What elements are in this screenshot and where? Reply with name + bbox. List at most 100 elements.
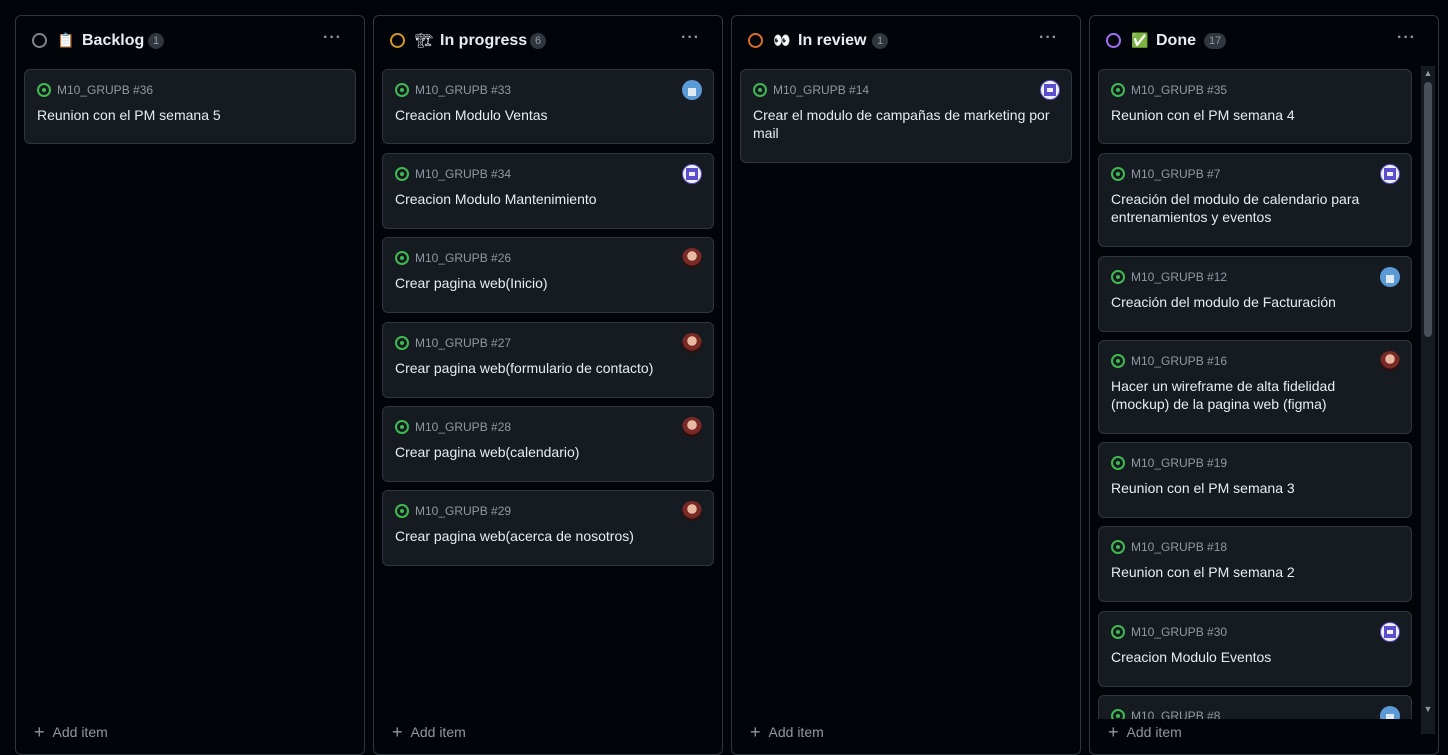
issue-reference[interactable]: M10_GRUPB #8 <box>1131 708 1220 719</box>
issue-card[interactable]: M10_GRUPB #33 Creacion Modulo Ventas <box>382 69 714 144</box>
issue-open-icon <box>395 336 409 350</box>
issue-card[interactable]: M10_GRUPB #19 Reunion con el PM semana 3 <box>1098 442 1412 518</box>
issue-title[interactable]: Hacer un wireframe de alta fidelidad (mo… <box>1111 377 1397 413</box>
issue-card[interactable]: M10_GRUPB #16 Hacer un wireframe de alta… <box>1098 340 1412 434</box>
column-scrollbar[interactable]: ▲ ▼ <box>1421 66 1435 734</box>
column-menu-button[interactable]: ··· <box>1039 28 1058 48</box>
issue-open-icon <box>395 504 409 518</box>
issue-card[interactable]: M10_GRUPB #26 Crear pagina web(Inicio) <box>382 237 714 313</box>
add-item-button[interactable]: + Add item <box>34 722 108 742</box>
column-header: 👀 In review 1 ··· <box>732 16 1080 66</box>
issue-card[interactable]: M10_GRUPB #36 Reunion con el PM semana 5 <box>24 69 356 144</box>
issue-card[interactable]: M10_GRUPB #12 Creación del modulo de Fac… <box>1098 256 1412 332</box>
column-menu-button[interactable]: ··· <box>323 28 342 48</box>
issue-reference[interactable]: M10_GRUPB #28 <box>415 419 511 435</box>
column-menu-button[interactable]: ··· <box>681 28 700 48</box>
assignee-avatar[interactable] <box>682 164 702 184</box>
issue-reference[interactable]: M10_GRUPB #27 <box>415 335 511 351</box>
issue-title[interactable]: Reunion con el PM semana 4 <box>1111 106 1397 124</box>
issue-title[interactable]: Creacion Modulo Ventas <box>395 106 699 124</box>
assignee-avatar[interactable] <box>1040 80 1060 100</box>
scroll-down-arrow-icon[interactable]: ▼ <box>1421 702 1435 716</box>
assignee-avatar[interactable] <box>1380 267 1400 287</box>
issue-title[interactable]: Reunion con el PM semana 5 <box>37 106 341 124</box>
issue-open-icon <box>1111 354 1125 368</box>
issue-reference[interactable]: M10_GRUPB #18 <box>1131 539 1227 555</box>
issue-open-icon <box>395 83 409 97</box>
issue-reference[interactable]: M10_GRUPB #16 <box>1131 353 1227 369</box>
plus-icon: + <box>1108 722 1119 742</box>
assignee-avatar[interactable] <box>682 501 702 521</box>
column-header: 🏗 In progress 6 ··· <box>374 16 722 66</box>
clipboard-icon: 📋 <box>57 32 75 48</box>
column-in-review: 👀 In review 1 ··· M10_GRUPB #14 Crear el… <box>731 15 1081 755</box>
scroll-up-arrow-icon[interactable]: ▲ <box>1421 66 1435 80</box>
assignee-avatar[interactable] <box>682 417 702 437</box>
issue-title[interactable]: Reunion con el PM semana 2 <box>1111 563 1397 581</box>
issue-card[interactable]: M10_GRUPB #28 Crear pagina web(calendari… <box>382 406 714 482</box>
issue-title[interactable]: Crear el modulo de campañas de marketing… <box>753 106 1057 142</box>
add-item-button[interactable]: + Add item <box>1108 722 1182 742</box>
issue-title[interactable]: Crear pagina web(formulario de contacto) <box>395 359 699 377</box>
issue-card[interactable]: M10_GRUPB #30 Creacion Modulo Eventos <box>1098 611 1412 687</box>
eyes-icon: 👀 <box>773 32 791 48</box>
issue-title[interactable]: Reunion con el PM semana 3 <box>1111 479 1397 497</box>
issue-title[interactable]: Crear pagina web(Inicio) <box>395 274 699 292</box>
issue-card[interactable]: M10_GRUPB #34 Creacion Modulo Mantenimie… <box>382 153 714 229</box>
card-list: M10_GRUPB #33 Creacion Modulo Ventas M10… <box>374 68 722 754</box>
issue-reference[interactable]: M10_GRUPB #29 <box>415 503 511 519</box>
issue-card[interactable]: M10_GRUPB #14 Crear el modulo de campaña… <box>740 69 1072 163</box>
issue-reference[interactable]: M10_GRUPB #14 <box>773 82 869 98</box>
issue-title[interactable]: Crear pagina web(calendario) <box>395 443 699 461</box>
assignee-avatar[interactable] <box>682 333 702 353</box>
add-item-button[interactable]: + Add item <box>392 722 466 742</box>
card-list: M10_GRUPB #14 Crear el modulo de campaña… <box>732 68 1080 754</box>
card-list: M10_GRUPB #36 Reunion con el PM semana 5 <box>16 68 364 754</box>
issue-reference[interactable]: M10_GRUPB #30 <box>1131 624 1227 640</box>
assignee-avatar[interactable] <box>682 248 702 268</box>
issue-card[interactable]: M10_GRUPB #27 Crear pagina web(formulari… <box>382 322 714 398</box>
status-circle-icon <box>390 33 405 48</box>
issue-card[interactable]: M10_GRUPB #8 <box>1098 695 1412 719</box>
item-count-badge: 1 <box>148 33 165 49</box>
issue-reference[interactable]: M10_GRUPB #26 <box>415 250 511 266</box>
issue-open-icon <box>1111 625 1125 639</box>
assignee-avatar[interactable] <box>1380 622 1400 642</box>
issue-open-icon <box>1111 540 1125 554</box>
column-menu-button[interactable]: ··· <box>1397 28 1416 48</box>
issue-reference[interactable]: M10_GRUPB #33 <box>415 82 511 98</box>
plus-icon: + <box>34 722 45 742</box>
issue-reference[interactable]: M10_GRUPB #7 <box>1131 166 1220 182</box>
issue-title[interactable]: Creacion Modulo Eventos <box>1111 648 1397 666</box>
issue-open-icon <box>1111 270 1125 284</box>
issue-card[interactable]: M10_GRUPB #18 Reunion con el PM semana 2 <box>1098 526 1412 602</box>
issue-title[interactable]: Creacion Modulo Mantenimiento <box>395 190 699 208</box>
assignee-avatar[interactable] <box>682 80 702 100</box>
issue-reference[interactable]: M10_GRUPB #35 <box>1131 82 1227 98</box>
issue-title[interactable]: Creación del modulo de calendario para e… <box>1111 190 1397 226</box>
project-board: 📋 Backlog 1 ··· M10_GRUPB #36 Reunion co… <box>0 0 1448 755</box>
item-count-badge: 1 <box>872 33 889 49</box>
add-item-button[interactable]: + Add item <box>750 722 824 742</box>
issue-reference[interactable]: M10_GRUPB #36 <box>57 82 153 98</box>
issue-open-icon <box>395 167 409 181</box>
issue-title[interactable]: Creación del modulo de Facturación <box>1111 293 1397 311</box>
issue-reference[interactable]: M10_GRUPB #12 <box>1131 269 1227 285</box>
scrollbar-thumb[interactable] <box>1424 82 1432 337</box>
assignee-avatar[interactable] <box>1380 164 1400 184</box>
status-circle-icon <box>32 33 47 48</box>
issue-card[interactable]: M10_GRUPB #7 Creación del modulo de cale… <box>1098 153 1412 247</box>
item-count-badge: 6 <box>530 33 547 49</box>
issue-card[interactable]: M10_GRUPB #35 Reunion con el PM semana 4 <box>1098 69 1412 144</box>
issue-title[interactable]: Crear pagina web(acerca de nosotros) <box>395 527 699 545</box>
issue-open-icon <box>1111 456 1125 470</box>
assignee-avatar[interactable] <box>1380 706 1400 719</box>
issue-open-icon <box>37 83 51 97</box>
issue-open-icon <box>395 251 409 265</box>
column-title: Done <box>1156 32 1196 49</box>
issue-reference[interactable]: M10_GRUPB #34 <box>415 166 511 182</box>
issue-card[interactable]: M10_GRUPB #29 Crear pagina web(acerca de… <box>382 490 714 566</box>
assignee-avatar[interactable] <box>1380 351 1400 371</box>
issue-reference[interactable]: M10_GRUPB #19 <box>1131 455 1227 471</box>
item-count-badge: 17 <box>1204 33 1227 49</box>
